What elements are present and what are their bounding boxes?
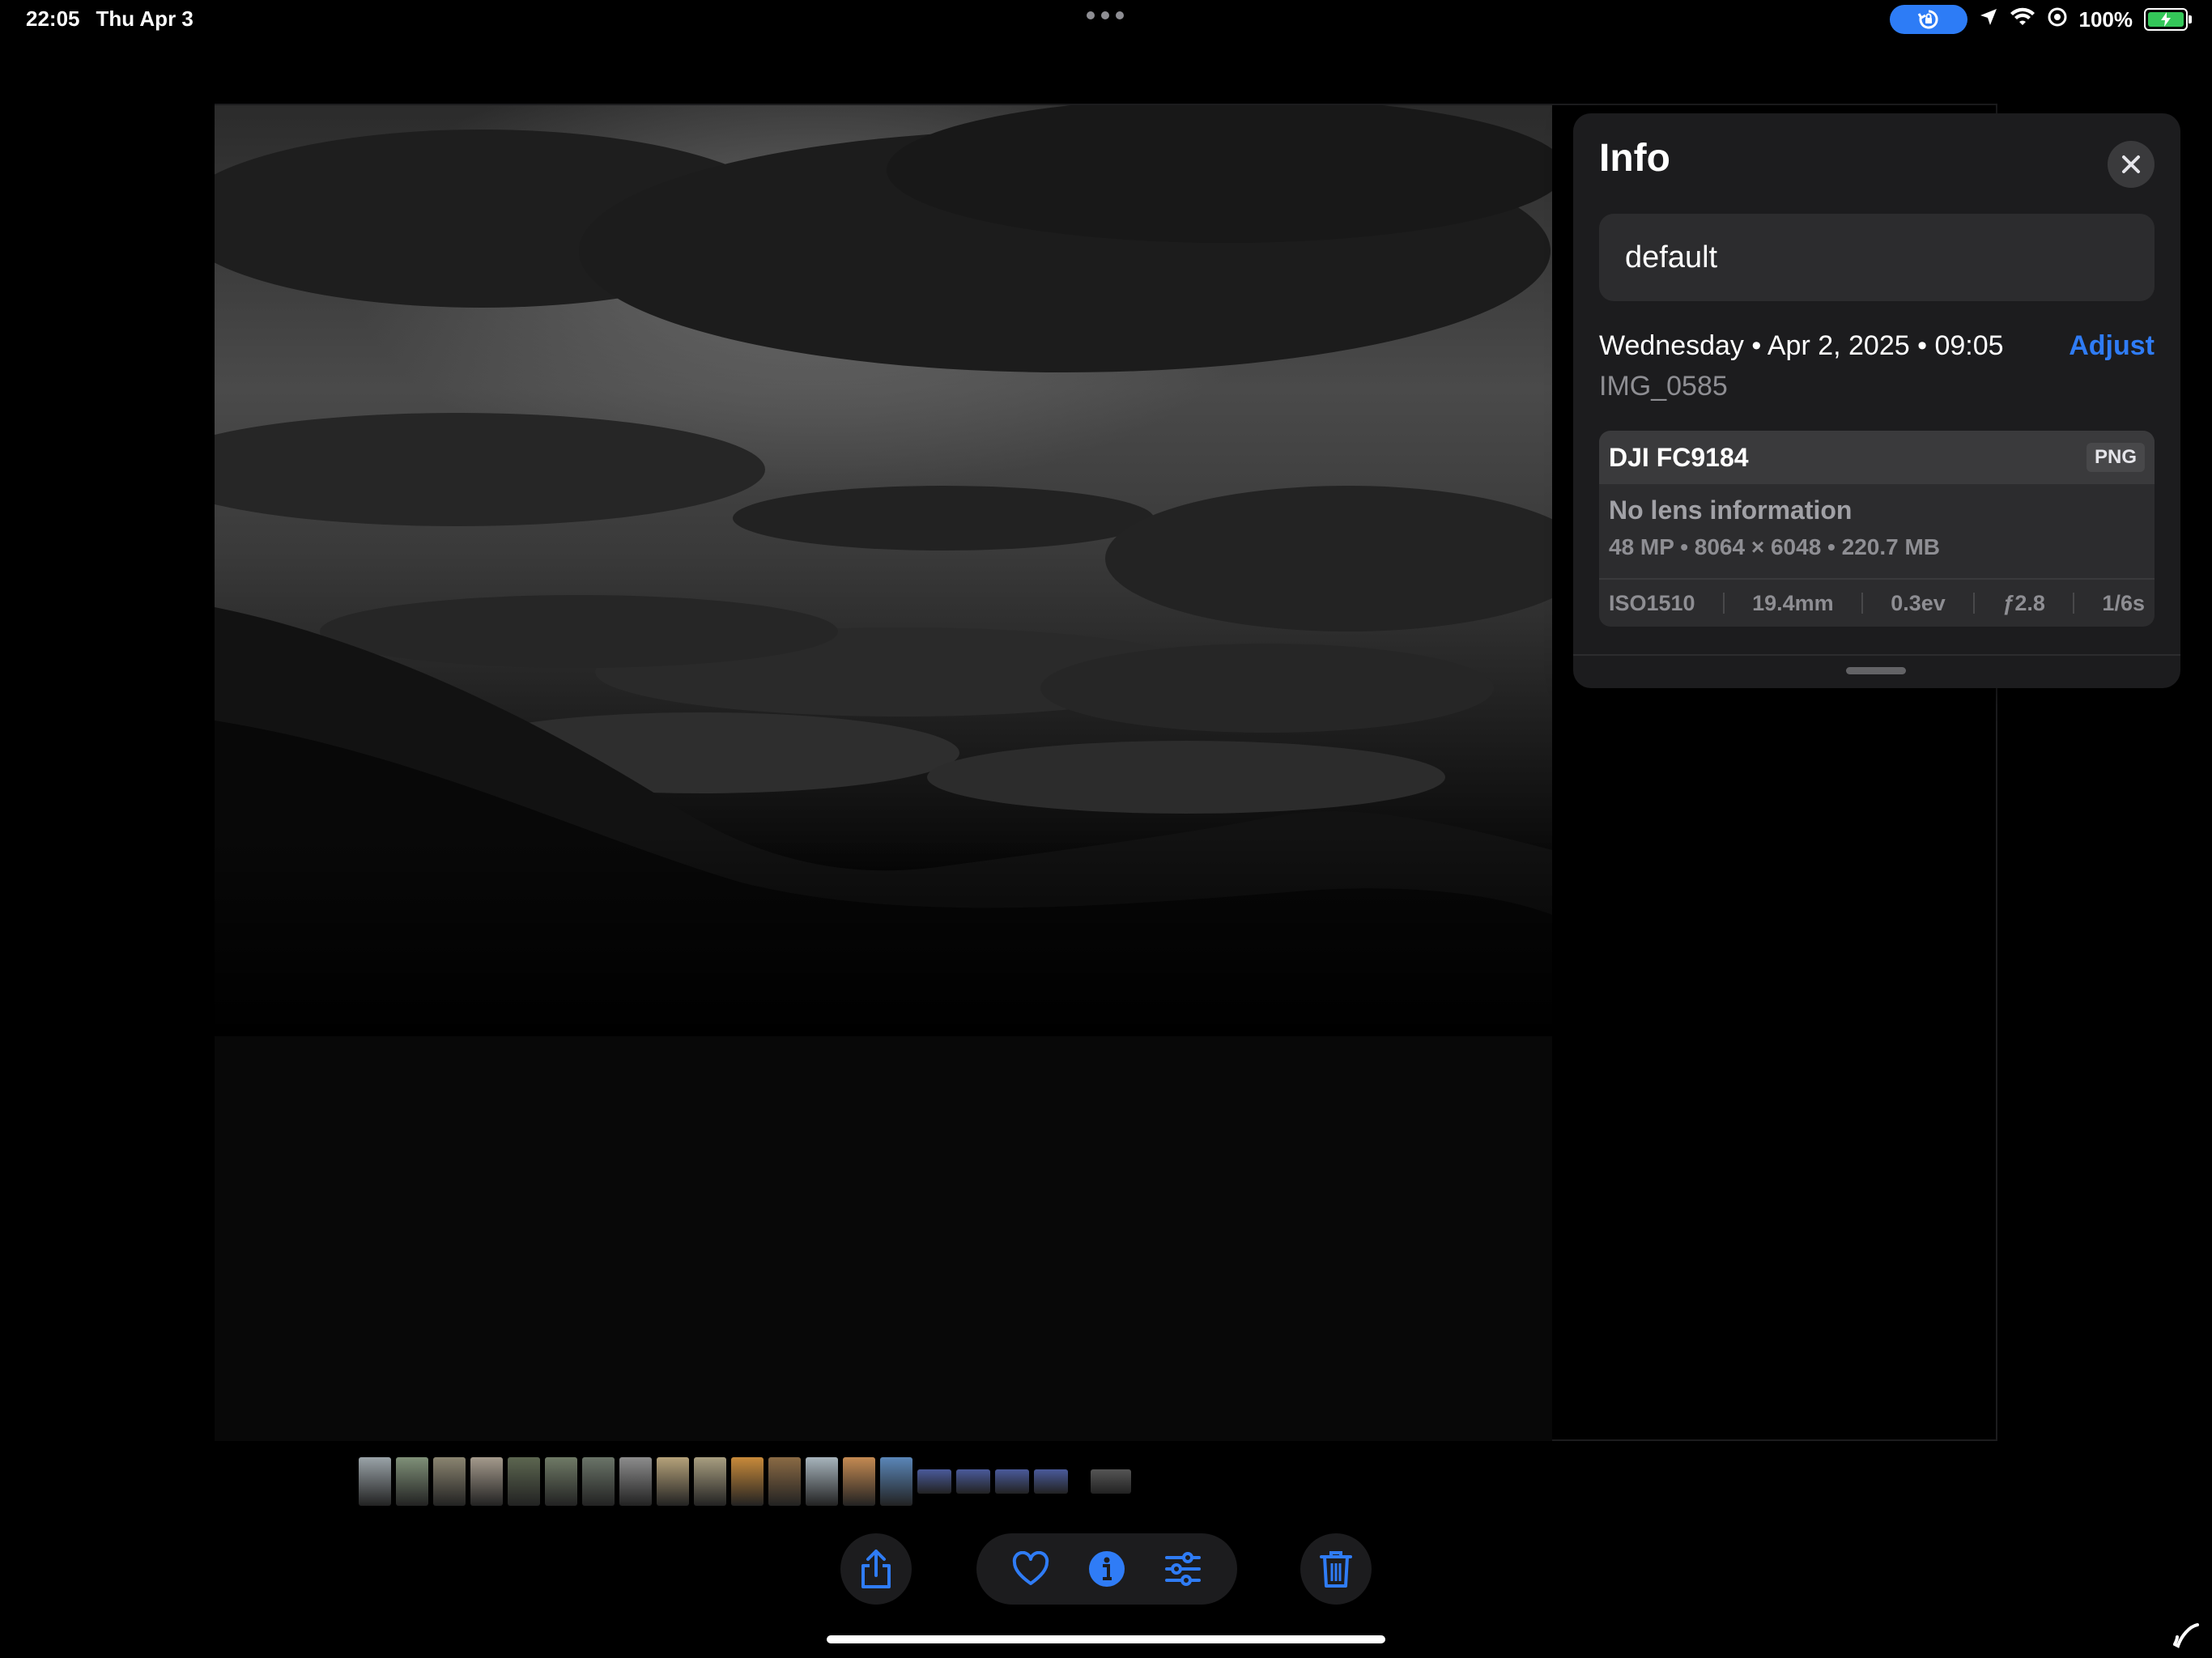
share-icon — [861, 1550, 891, 1588]
filmstrip-thumbnail[interactable] — [433, 1457, 466, 1506]
file-name: IMG_0585 — [1599, 371, 1728, 402]
status-bar-right: 100% — [1889, 5, 2192, 34]
filmstrip-thumbnail[interactable] — [359, 1457, 391, 1506]
filmstrip-thumbnail[interactable] — [1091, 1469, 1131, 1494]
separator — [1973, 593, 1976, 614]
filmstrip-thumbnail[interactable] — [619, 1457, 652, 1506]
status-date: Thu Apr 3 — [96, 6, 194, 31]
close-icon — [2122, 155, 2140, 173]
filmstrip-thumbnail[interactable] — [843, 1457, 875, 1506]
landscape-photo — [215, 105, 1552, 1441]
trash-icon — [1320, 1551, 1352, 1588]
multitasking-dots-icon[interactable] — [1087, 11, 1124, 19]
exif-row: ISO1510 19.4mm 0.3ev ƒ2.8 1/6s — [1599, 580, 2155, 627]
date-time: Wednesday • Apr 2, 2025 • 09:05 — [1599, 330, 2004, 361]
filmstrip-thumbnail[interactable] — [806, 1457, 838, 1506]
delete-button[interactable] — [1300, 1533, 1372, 1605]
filmstrip-thumbnail[interactable] — [880, 1457, 912, 1506]
status-bar-left: 22:05 Thu Apr 3 — [26, 6, 194, 32]
shutter-speed-value: 1/6s — [2102, 590, 2145, 615]
camera-header: DJI FC9184 PNG — [1599, 431, 2155, 484]
sliders-icon — [1165, 1552, 1201, 1586]
filmstrip-thumbnail[interactable] — [1034, 1469, 1068, 1494]
battery-icon — [2144, 8, 2192, 31]
filmstrip-thumbnail[interactable] — [768, 1457, 801, 1506]
lens-info: No lens information — [1609, 495, 1853, 525]
battery-percent: 100% — [2078, 6, 2133, 32]
info-panel: Info default Wednesday • Apr 2, 2025 • 0… — [1573, 113, 2180, 688]
filmstrip-thumbnail[interactable] — [917, 1469, 951, 1494]
filmstrip-thumbnail[interactable] — [582, 1457, 615, 1506]
image-specs: 48 MP • 8064 × 6048 • 220.7 MB — [1609, 534, 1941, 559]
filmstrip-thumbnail[interactable] — [657, 1457, 689, 1506]
orientation-icon — [2047, 6, 2068, 33]
phone-icon — [2172, 1622, 2201, 1653]
filmstrip[interactable] — [359, 1457, 1131, 1506]
separator — [1861, 593, 1863, 614]
separator — [2073, 593, 2075, 614]
info-button[interactable] — [1083, 1545, 1131, 1593]
panel-divider — [1573, 654, 2180, 656]
edit-button[interactable] — [1159, 1545, 1207, 1593]
separator — [1722, 593, 1725, 614]
filmstrip-thumbnail[interactable] — [956, 1469, 990, 1494]
filmstrip-thumbnail[interactable] — [995, 1469, 1029, 1494]
wifi-icon — [2010, 7, 2035, 32]
filmstrip-thumbnail[interactable] — [470, 1457, 503, 1506]
filmstrip-thumbnail[interactable] — [731, 1457, 764, 1506]
heart-icon — [1012, 1551, 1049, 1585]
close-button[interactable] — [2108, 141, 2155, 188]
filmstrip-thumbnail[interactable] — [396, 1457, 428, 1506]
caption-field[interactable]: default — [1599, 214, 2155, 301]
adjust-button[interactable]: Adjust — [2069, 330, 2155, 362]
panel-grabber[interactable] — [1846, 667, 1906, 674]
location-icon — [1979, 7, 1998, 32]
filmstrip-thumbnail[interactable] — [508, 1457, 540, 1506]
status-time: 22:05 — [26, 6, 80, 31]
favorite-button[interactable] — [1006, 1545, 1055, 1593]
iso-value: ISO1510 — [1609, 590, 1695, 615]
share-button[interactable] — [840, 1533, 912, 1605]
camera-metadata-card: DJI FC9184 PNG No lens information 48 MP… — [1599, 431, 2155, 627]
info-icon — [1089, 1551, 1125, 1587]
photo-viewer[interactable] — [215, 105, 1552, 1441]
filmstrip-thumbnail[interactable] — [545, 1457, 577, 1506]
focal-length-value: 19.4mm — [1752, 590, 1834, 615]
home-indicator[interactable] — [827, 1635, 1385, 1643]
aperture-value: ƒ2.8 — [2002, 590, 2045, 615]
filmstrip-thumbnail[interactable] — [694, 1457, 726, 1506]
action-group — [976, 1533, 1237, 1605]
format-badge: PNG — [2086, 443, 2145, 472]
rotation-lock-icon — [1889, 5, 1967, 34]
camera-model: DJI FC9184 — [1609, 442, 1749, 472]
exposure-bias-value: 0.3ev — [1891, 590, 1946, 615]
info-title: Info — [1599, 137, 1670, 180]
